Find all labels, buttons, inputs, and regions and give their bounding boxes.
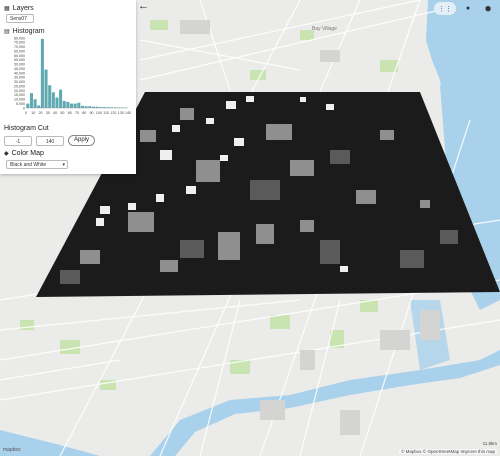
histogram-icon: ▤ <box>4 28 10 35</box>
palette-icon: ◆ <box>4 150 9 157</box>
histogram-bar <box>73 103 77 108</box>
histogram-chart: 80,00075,00070,00065,00060,00055,00050,0… <box>14 36 131 115</box>
colormap-title: Color Map <box>11 149 44 157</box>
cut-min-input[interactable]: -1 <box>4 135 32 146</box>
histogram-title: Histogram <box>12 27 45 35</box>
histogram-bar <box>33 99 37 108</box>
histogram-bar <box>37 105 41 108</box>
histogram-x-tick: 70 <box>75 111 79 115</box>
control-panel: ▦ Layers Sens07 ▤ Histogram 80,000 75,000… <box>0 0 136 174</box>
histogram-bar <box>80 105 84 108</box>
histogram-x-tick: 90 <box>90 111 94 115</box>
histogram-bar <box>40 38 44 108</box>
histogram-bar <box>66 101 70 108</box>
histogram-bar <box>88 106 92 108</box>
histogram-header: ▤ Histogram <box>4 26 132 36</box>
colormap-select[interactable]: Black and White ▾ <box>6 160 68 169</box>
histogram-x-tick: 20 <box>39 111 43 115</box>
layers-header: ▦ Layers <box>4 3 132 13</box>
histogram-x-tick: 10 <box>31 111 35 115</box>
histogram-bar <box>59 89 63 108</box>
histogram-bar <box>26 103 30 108</box>
cut-max-input[interactable]: 140 <box>36 135 64 146</box>
scatter-view-icon[interactable]: ⋮⋮ <box>434 2 456 15</box>
histogram-x-tick: 140 <box>125 111 131 115</box>
histogram-x-tick: 40 <box>53 111 57 115</box>
map-scale: 11.8km <box>482 441 497 446</box>
chevron-down-icon: ▾ <box>62 162 65 168</box>
back-arrow-icon[interactable]: ← <box>138 1 149 12</box>
histogram-bar <box>55 97 59 108</box>
histogram-cut-title: Histogram Cut <box>4 124 49 132</box>
histogram-bar <box>51 92 55 108</box>
top-right-toolbar: ⋮⋮ ● ⬢ <box>434 2 496 15</box>
histogram-cut-row: -1 140 Apply <box>4 135 132 146</box>
layers-title: Layers <box>12 4 34 12</box>
histogram-x-tick: 80 <box>82 111 86 115</box>
histogram-x-tick: 110 <box>103 111 109 115</box>
map-attribution[interactable]: © Mapbox © OpenStreetMap Improve this ma… <box>399 449 497 454</box>
histogram-bar <box>62 101 66 108</box>
histogram-x-tick: 50 <box>60 111 64 115</box>
histogram-bar <box>84 106 88 108</box>
histogram-x-tick: 30 <box>46 111 50 115</box>
mapbox-logo[interactable]: mapbox <box>3 447 21 453</box>
apply-button[interactable]: Apply <box>68 135 96 146</box>
histogram-x-tick: 60 <box>68 111 72 115</box>
histogram-bar <box>29 93 33 108</box>
dot-view-icon[interactable]: ● <box>460 2 476 15</box>
layer-select[interactable]: Sens07 <box>6 14 34 23</box>
histogram-x-tick: 120 <box>110 111 116 115</box>
colormap-header: ◆ Color Map <box>4 148 132 158</box>
histogram-bar <box>77 102 81 108</box>
histogram-cut-header: Histogram Cut <box>4 123 132 133</box>
cube-view-icon[interactable]: ⬢ <box>480 2 496 15</box>
layers-icon: ▦ <box>4 5 10 12</box>
histogram-bar <box>48 85 52 108</box>
map-label-bay: Bay Village <box>312 26 337 32</box>
histogram-x-tick: 130 <box>118 111 124 115</box>
histogram-x-tick: 0 <box>25 111 27 115</box>
histogram-y-tick: 0 <box>23 106 25 110</box>
histogram-bar <box>44 69 48 108</box>
histogram-x-tick: 100 <box>96 111 102 115</box>
colormap-value: Black and White <box>10 162 47 168</box>
histogram-bar <box>70 103 74 108</box>
